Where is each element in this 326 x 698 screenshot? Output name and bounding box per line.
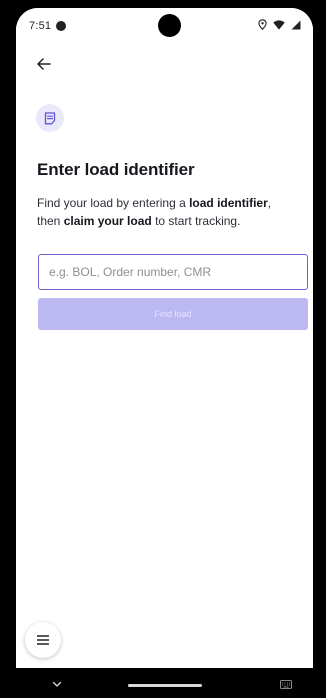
app-screen: 7:51 Enter load identifier Find your loa… <box>16 8 313 668</box>
document-icon-badge <box>36 104 64 132</box>
status-time: 7:51 <box>29 20 52 32</box>
back-button[interactable] <box>28 48 60 80</box>
description-bold-claim-load: claim your load <box>63 214 152 228</box>
status-bar: 7:51 <box>16 8 313 44</box>
document-note-icon <box>44 111 56 124</box>
system-nav-bar <box>0 672 326 698</box>
menu-icon <box>37 635 49 645</box>
phone-frame: 7:51 Enter load identifier Find your loa… <box>0 0 326 698</box>
description-bold-load-identifier: load identifier <box>189 196 268 210</box>
page-description: Find your load by entering a load identi… <box>37 194 297 230</box>
location-icon <box>258 19 267 30</box>
arrow-left-icon <box>37 58 51 70</box>
menu-fab-button[interactable] <box>25 622 61 658</box>
camera-cutout <box>158 14 181 37</box>
home-gesture-pill[interactable] <box>128 684 202 687</box>
notification-dot-icon <box>56 21 66 31</box>
description-text-1: Find your load by entering a <box>37 196 190 210</box>
status-icons <box>258 19 301 30</box>
find-load-button[interactable]: Find load <box>38 298 308 330</box>
chevron-down-icon[interactable] <box>52 680 62 688</box>
page-title: Enter load identifier <box>37 160 195 179</box>
description-text-3: to start tracking. <box>151 214 241 228</box>
wifi-icon <box>273 19 285 30</box>
keyboard-icon[interactable] <box>280 680 292 689</box>
signal-icon <box>291 20 301 29</box>
load-identifier-input[interactable] <box>38 254 308 290</box>
